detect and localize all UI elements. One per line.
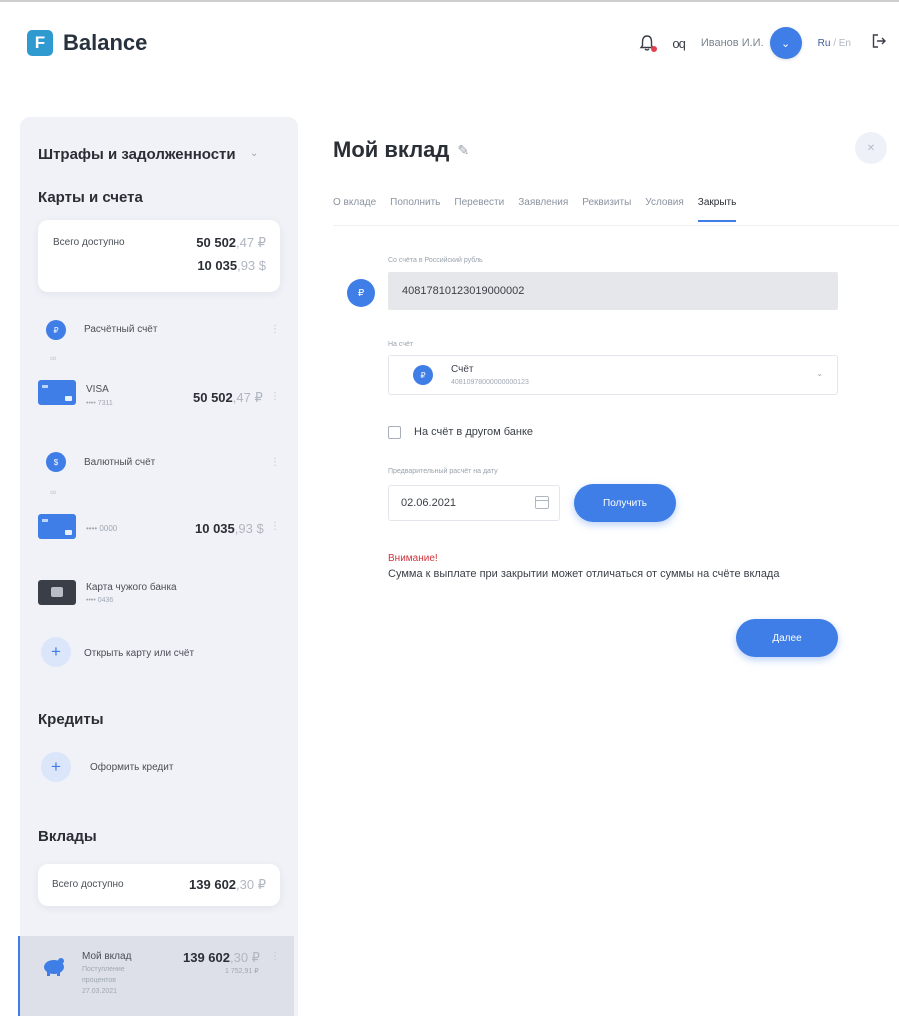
usd-card-icon <box>38 514 76 539</box>
close-icon[interactable]: ✕ <box>855 132 887 164</box>
foreign-card-icon <box>38 580 76 605</box>
visa-card-icon <box>38 380 76 405</box>
open-card-link[interactable]: Открыть карту или счёт <box>84 648 194 659</box>
visa-kebab-icon[interactable]: ⋮ <box>270 391 280 402</box>
visa-card-title[interactable]: VISA <box>86 384 109 395</box>
to-account-title: Счёт <box>451 364 474 375</box>
my-deposit-interest: 1 752,91 ₽ <box>225 968 259 975</box>
credits-section-title: Кредиты <box>38 711 104 728</box>
tab-6[interactable]: Условия <box>645 197 684 222</box>
user-menu-chevron-icon[interactable]: ⌄ <box>769 27 802 59</box>
visa-card-number: •••• 7311 <box>86 400 113 407</box>
my-deposit-amount: 139 602,30 ₽ <box>183 950 260 965</box>
my-deposit-line2: процентов <box>82 977 117 984</box>
deposits-total-label: Всего доступно <box>52 879 124 890</box>
tab-1[interactable]: О вкладе <box>333 197 376 222</box>
link-icon[interactable]: oq <box>672 36 686 51</box>
cards-total-card: Всего доступно 50 502,47 ₽ 10 035,93 $ <box>38 220 280 292</box>
tab-3[interactable]: Перевести <box>454 197 504 222</box>
language-switch[interactable]: Ru / En <box>818 38 851 49</box>
tab-4[interactable]: Заявления <box>518 197 568 222</box>
deposits-section-title: Вклады <box>38 828 97 845</box>
header-actions: oq Иванов И.И. ⌄ Ru / En <box>638 26 887 60</box>
from-account-label: Со счёта в Российский рубль <box>388 257 483 264</box>
ruble-icon: ₽ <box>413 365 433 385</box>
tab-7[interactable]: Закрыть <box>697 197 737 222</box>
notifications-bell-icon[interactable] <box>638 34 658 52</box>
cards-total-usd: 10 035,93 $ <box>197 258 266 273</box>
chevron-down-icon: ⌄ <box>816 369 823 378</box>
warning-title: Внимание! <box>388 553 438 564</box>
deposits-total-amount: 139 602,30 ₽ <box>189 877 266 892</box>
next-button[interactable]: Далее <box>736 619 838 657</box>
to-account-number: 40810978000000000123 <box>451 379 529 386</box>
fines-chevron-down-icon[interactable]: ⌄ <box>250 148 258 159</box>
open-card-plus-icon[interactable]: + <box>41 637 71 667</box>
tabs-bar: О вкладе Пополнить Перевести Заявления Рекви… <box>333 197 750 222</box>
piggy-bank-icon <box>44 958 64 976</box>
my-deposit-line1: Поступление <box>82 966 125 973</box>
page-title: Мой вклад ✎ <box>333 137 469 163</box>
date-value: 02.06.2021 <box>401 497 457 509</box>
app-name: Balance <box>63 30 148 55</box>
visa-card-amount: 50 502,47 ₽ <box>193 390 263 405</box>
get-credit-link[interactable]: Оформить кредит <box>90 762 173 773</box>
get-button[interactable]: Получить <box>574 484 676 522</box>
date-label: Предварительный расчёт на дату <box>388 468 498 475</box>
app-logo[interactable]: F Balance <box>27 30 147 56</box>
lang-en[interactable]: En <box>839 38 851 49</box>
fines-section-title[interactable]: Штрафы и задолженности <box>38 146 236 163</box>
notification-dot <box>651 46 658 52</box>
cards-total-rub: 50 502,47 ₽ <box>196 235 266 250</box>
other-bank-label[interactable]: На счёт в другом банке <box>414 426 533 438</box>
edit-pencil-icon[interactable]: ✎ <box>457 142 469 159</box>
ruble-icon: ₽ <box>46 320 66 340</box>
my-deposit-kebab-icon[interactable]: ⋮ <box>270 951 280 962</box>
usd-kebab-icon[interactable]: ⋮ <box>270 521 280 532</box>
link-chain-icon: ∞ <box>50 487 57 497</box>
settlement-account-label[interactable]: Расчётный счёт <box>84 324 157 335</box>
dollar-icon: $ <box>46 452 66 472</box>
warning-text: Сумма к выплате при закрытии может отлич… <box>388 568 780 580</box>
get-credit-plus-icon[interactable]: + <box>41 752 71 782</box>
logo-icon: F <box>27 30 53 56</box>
deposits-total-card: Всего доступно 139 602,30 ₽ <box>38 864 280 906</box>
from-account-field[interactable]: 40817810123019000002 <box>388 272 838 310</box>
usd-card-amount: 10 035,93 $ <box>195 521 264 536</box>
user-name[interactable]: Иванов И.И. <box>701 37 764 49</box>
cards-total-label: Всего доступно <box>53 237 125 248</box>
usd-card-number[interactable]: •••• 0000 <box>86 524 117 533</box>
tabs-divider <box>333 225 899 226</box>
currency-kebab-icon[interactable]: ⋮ <box>270 457 280 468</box>
settlement-kebab-icon[interactable]: ⋮ <box>270 324 280 335</box>
window-top-border <box>0 0 899 2</box>
to-account-select[interactable]: ₽ Счёт 40810978000000000123 ⌄ <box>388 355 838 395</box>
foreign-card-title[interactable]: Карта чужого банка <box>86 582 177 593</box>
calendar-icon[interactable] <box>535 496 549 509</box>
other-bank-checkbox[interactable] <box>388 426 401 439</box>
tab-2[interactable]: Пополнить <box>390 197 440 222</box>
date-input[interactable]: 02.06.2021 <box>388 485 560 521</box>
to-account-label: На счёт <box>388 341 414 348</box>
tab-5[interactable]: Реквизиты <box>582 197 631 222</box>
link-chain-icon: ∞ <box>50 353 57 363</box>
logout-icon[interactable] <box>871 33 887 54</box>
lang-ru[interactable]: Ru <box>818 38 831 49</box>
cards-section-title: Карты и счета <box>38 189 143 206</box>
lang-separator: / <box>830 37 839 49</box>
foreign-card-number: •••• 0436 <box>86 597 114 604</box>
currency-account-label[interactable]: Валютный счёт <box>84 457 155 468</box>
page-title-text: Мой вклад <box>333 137 450 162</box>
my-deposit-item[interactable] <box>18 936 294 1016</box>
ruble-currency-icon: ₽ <box>347 279 375 307</box>
my-deposit-date: 27.03.2021 <box>82 988 118 995</box>
my-deposit-title[interactable]: Мой вклад <box>82 951 131 962</box>
